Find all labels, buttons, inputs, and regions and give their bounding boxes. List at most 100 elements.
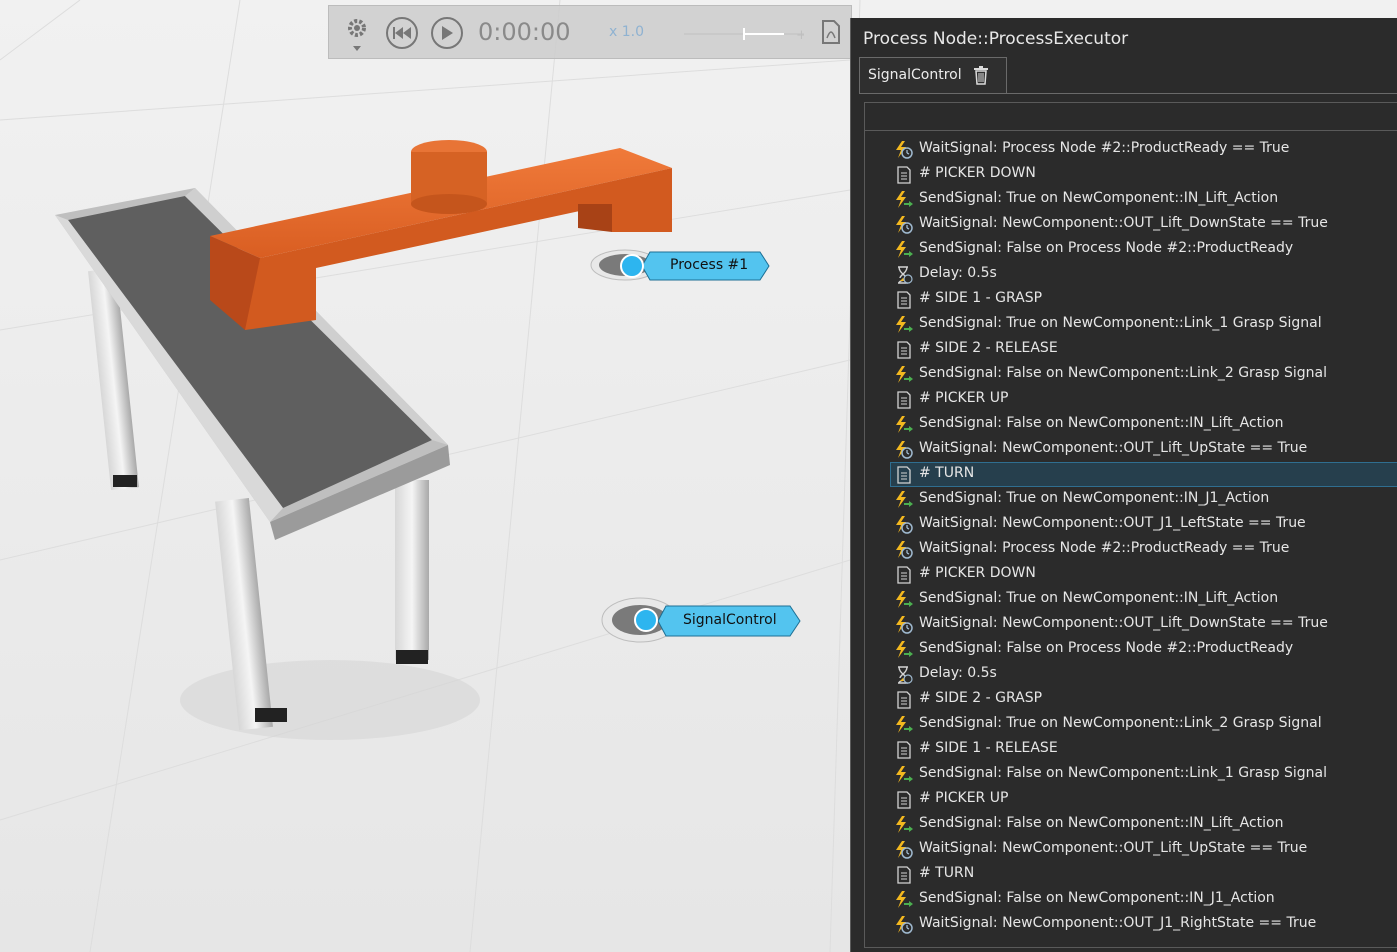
comment-icon [895,291,913,309]
statement-text: SendSignal: True on NewComponent::IN_Lif… [919,190,1279,206]
statement-row[interactable]: SendSignal: False on NewComponent::Link_… [865,362,1397,387]
panel-title: Process Node::ProcessExecutor [863,29,1129,49]
send-signal-icon [895,191,913,209]
statement-row[interactable]: # TURN [890,462,1397,487]
statement-row[interactable]: WaitSignal: Process Node #2::ProductRead… [865,537,1397,562]
wait-signal-icon [895,841,913,859]
wait-signal-icon [895,216,913,234]
statement-row[interactable]: SendSignal: True on NewComponent::IN_Lif… [865,587,1397,612]
statement-row[interactable]: # SIDE 1 - GRASP [865,287,1397,312]
statement-row[interactable]: # PICKER UP [865,787,1397,812]
wait-signal-icon [895,916,913,934]
simulation-time: 0:00:00 [478,18,571,46]
statement-row[interactable]: SendSignal: True on NewComponent::IN_Lif… [865,187,1397,212]
send-signal-icon [895,591,913,609]
statement-text: WaitSignal: Process Node #2::ProductRead… [919,540,1290,556]
simulation-toolbar: 0:00:00 x 1.0 + [328,5,852,59]
comment-icon [895,691,913,709]
process-node-label[interactable]: Process #1 [620,251,770,281]
statement-row[interactable]: SendSignal: True on NewComponent::IN_J1_… [865,487,1397,512]
wait-signal-icon [895,441,913,459]
statement-text: WaitSignal: NewComponent::OUT_Lift_UpSta… [919,440,1308,456]
statement-row[interactable]: # TURN [865,862,1397,887]
statement-text: SendSignal: False on NewComponent::IN_J1… [919,890,1275,906]
rewind-icon[interactable] [386,17,418,49]
send-signal-icon [895,241,913,259]
send-signal-icon [895,366,913,384]
statement-text: # SIDE 1 - RELEASE [919,740,1058,756]
statement-text: WaitSignal: NewComponent::OUT_J1_LeftSta… [919,515,1306,531]
statement-row[interactable]: WaitSignal: NewComponent::OUT_J1_LeftSta… [865,512,1397,537]
statement-row[interactable]: WaitSignal: NewComponent::OUT_Lift_DownS… [865,612,1397,637]
statement-row[interactable]: SendSignal: False on NewComponent::IN_J1… [865,887,1397,912]
statement-text: SendSignal: True on NewComponent::Link_1… [919,315,1322,331]
statement-row[interactable]: WaitSignal: NewComponent::OUT_J1_RightSt… [865,912,1397,937]
statement-text: WaitSignal: NewComponent::OUT_Lift_DownS… [919,615,1328,631]
process-executor-panel: Process Node::ProcessExecutor SignalCont… [850,18,1397,952]
statement-text: WaitSignal: NewComponent::OUT_Lift_DownS… [919,215,1328,231]
gear-icon[interactable] [345,16,369,56]
wait-signal-icon [895,541,913,559]
play-icon[interactable] [431,17,463,49]
tab-signalcontrol[interactable]: SignalControl [859,57,1007,94]
statement-text: # SIDE 1 - GRASP [919,290,1043,306]
statement-row[interactable]: SendSignal: False on Process Node #2::Pr… [865,237,1397,262]
statement-row[interactable]: SendSignal: False on NewComponent::Link_… [865,762,1397,787]
signalcontrol-node-label[interactable]: SignalControl [634,605,804,637]
statement-text: # PICKER DOWN [919,165,1036,181]
comment-icon [895,791,913,809]
statement-text: SendSignal: True on NewComponent::IN_J1_… [919,490,1270,506]
statement-text: # PICKER DOWN [919,565,1036,581]
statement-row[interactable]: WaitSignal: NewComponent::OUT_Lift_UpSta… [865,437,1397,462]
statement-text: WaitSignal: NewComponent::OUT_Lift_UpSta… [919,840,1308,856]
comment-icon [895,166,913,184]
tab-divider [859,93,1397,94]
statement-row[interactable]: Delay: 0.5s [865,662,1397,687]
statement-text: # SIDE 2 - GRASP [919,690,1043,706]
statement-row[interactable]: # SIDE 2 - GRASP [865,687,1397,712]
statement-text: # PICKER UP [919,390,1009,406]
wait-signal-icon [895,616,913,634]
statement-list: WaitSignal: Process Node #2::ProductRead… [865,137,1397,937]
statement-row[interactable]: # PICKER UP [865,387,1397,412]
send-signal-icon [895,491,913,509]
statement-row[interactable]: SendSignal: False on Process Node #2::Pr… [865,637,1397,662]
statement-row[interactable]: # PICKER DOWN [865,562,1397,587]
comment-icon [895,391,913,409]
tab-label: SignalControl [868,67,962,83]
statement-text: WaitSignal: NewComponent::OUT_J1_RightSt… [919,915,1317,931]
comment-icon [895,566,913,584]
trash-icon[interactable] [973,66,989,89]
pdf-icon[interactable] [821,20,841,48]
statement-text: # PICKER UP [919,790,1009,806]
statement-text: # SIDE 2 - RELEASE [919,340,1058,356]
statement-row[interactable]: SendSignal: True on NewComponent::Link_1… [865,312,1397,337]
statement-row[interactable]: WaitSignal: Process Node #2::ProductRead… [865,137,1397,162]
send-signal-icon [895,816,913,834]
statement-row[interactable]: WaitSignal: NewComponent::OUT_Lift_UpSta… [865,837,1397,862]
statement-row[interactable]: SendSignal: True on NewComponent::Link_2… [865,712,1397,737]
statement-list-header [865,103,1397,131]
comment-icon [895,866,913,884]
statement-row[interactable]: # SIDE 1 - RELEASE [865,737,1397,762]
speed-slider[interactable]: + [684,26,807,43]
wait-signal-icon [895,516,913,534]
comment-icon [895,741,913,759]
statement-text: WaitSignal: Process Node #2::ProductRead… [919,140,1290,156]
statement-row[interactable]: SendSignal: False on NewComponent::IN_Li… [865,812,1397,837]
statement-text: SendSignal: False on Process Node #2::Pr… [919,640,1294,656]
conveyor-leg [395,480,429,660]
send-signal-icon [895,891,913,909]
statement-row[interactable]: SendSignal: False on NewComponent::IN_Li… [865,412,1397,437]
statement-row[interactable]: Delay: 0.5s [865,262,1397,287]
comment-icon [895,341,913,359]
statement-row[interactable]: WaitSignal: NewComponent::OUT_Lift_DownS… [865,212,1397,237]
delay-icon [895,266,913,284]
statement-row[interactable]: # PICKER DOWN [865,162,1397,187]
statement-row[interactable]: # SIDE 2 - RELEASE [865,337,1397,362]
node-label-text: SignalControl [683,612,777,628]
statement-text: # TURN [919,465,975,481]
statement-text: SendSignal: False on Process Node #2::Pr… [919,240,1294,256]
statement-text: Delay: 0.5s [919,665,997,681]
send-signal-icon [895,641,913,659]
